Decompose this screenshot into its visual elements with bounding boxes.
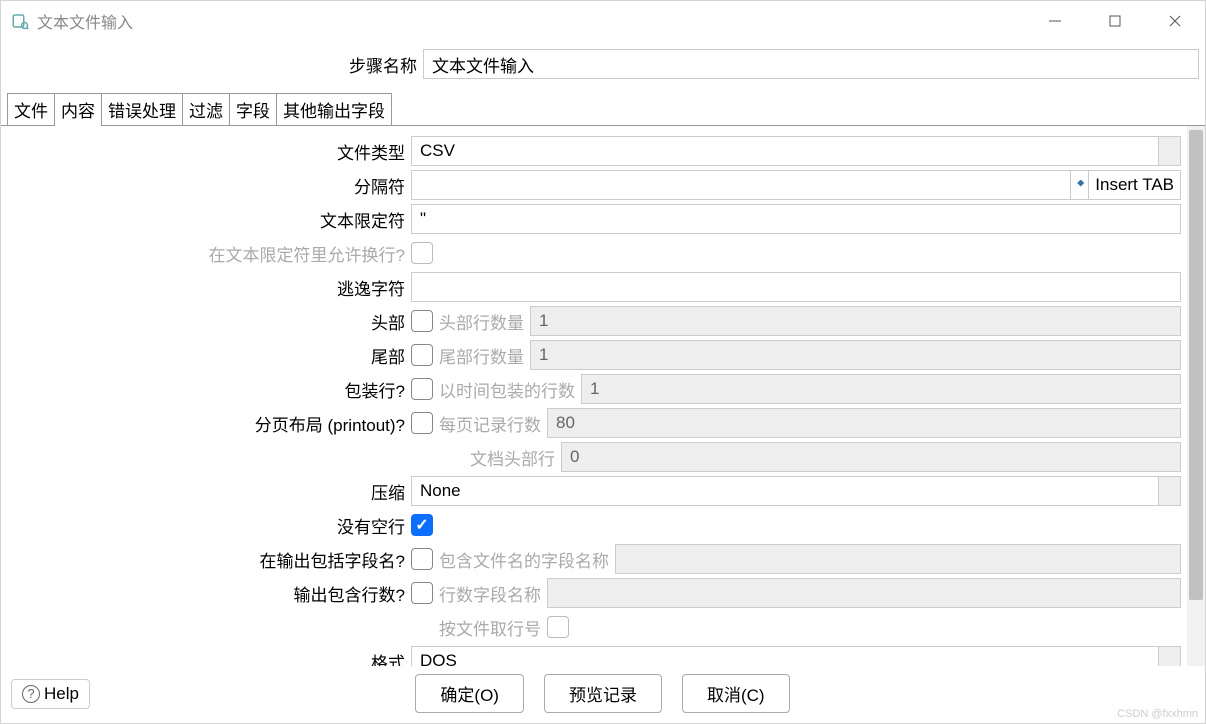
separator-input[interactable] <box>411 170 1071 200</box>
maximize-button[interactable] <box>1085 1 1145 41</box>
footer-checkbox[interactable] <box>411 344 433 366</box>
tab-error[interactable]: 错误处理 <box>101 93 183 126</box>
paged-sublabel: 每页记录行数 <box>433 411 547 436</box>
filetype-label: 文件类型 <box>1 139 411 164</box>
wrapped-checkbox[interactable] <box>411 378 433 400</box>
step-name-row: 步骤名称 <box>1 41 1205 93</box>
cancel-button[interactable]: 取消(C) <box>682 674 790 713</box>
wrapped-sublabel: 以时间包装的行数 <box>433 377 581 402</box>
escape-label: 逃逸字符 <box>1 275 411 300</box>
allow-nl-checkbox[interactable] <box>411 242 433 264</box>
footer: ? Help 确定(O) 预览记录 取消(C) <box>1 666 1205 723</box>
preview-button[interactable]: 预览记录 <box>544 674 662 713</box>
format-dropdown-icon[interactable] <box>1159 646 1181 666</box>
dochead-sublabel: 文档头部行 <box>433 445 561 470</box>
format-label: 格式 <box>1 649 411 667</box>
include-rownum-field-input[interactable] <box>547 578 1181 608</box>
include-rownum-sublabel: 行数字段名称 <box>433 581 547 606</box>
scrollbar-thumb[interactable] <box>1189 130 1203 600</box>
header-sublabel: 头部行数量 <box>433 309 530 334</box>
footer-lines-input[interactable] <box>530 340 1181 370</box>
enclosure-label: 文本限定符 <box>1 207 411 232</box>
compression-label: 压缩 <box>1 479 411 504</box>
include-filename-sublabel: 包含文件名的字段名称 <box>433 547 615 572</box>
noempty-label: 没有空行 <box>1 513 411 538</box>
app-icon <box>11 12 29 30</box>
scrollbar[interactable] <box>1187 126 1205 666</box>
watermark: CSDN @fxxhmn <box>1117 708 1198 720</box>
minimize-button[interactable] <box>1025 1 1085 41</box>
tab-filter[interactable]: 过滤 <box>182 93 230 126</box>
step-name-input[interactable] <box>423 49 1199 79</box>
help-button[interactable]: ? Help <box>11 679 90 709</box>
step-name-label: 步骤名称 <box>1 52 423 77</box>
tab-fields[interactable]: 字段 <box>229 93 277 126</box>
tab-panel-content: 文件类型 分隔符 Insert TAB 文本限定符 在文本限定符里允许换行? 逃… <box>1 125 1205 666</box>
include-filename-checkbox[interactable] <box>411 548 433 570</box>
paged-lines-input[interactable] <box>547 408 1181 438</box>
paged-checkbox[interactable] <box>411 412 433 434</box>
compression-dropdown-icon[interactable] <box>1159 476 1181 506</box>
titlebar: 文本文件输入 <box>1 1 1205 41</box>
allow-nl-label: 在文本限定符里允许换行? <box>1 241 411 266</box>
footer-label: 尾部 <box>1 343 411 368</box>
tabs: 文件 内容 错误处理 过滤 字段 其他输出字段 <box>1 93 1205 126</box>
format-input[interactable] <box>411 646 1159 666</box>
include-rownum-checkbox[interactable] <box>411 582 433 604</box>
header-label: 头部 <box>1 309 411 334</box>
filetype-input[interactable] <box>411 136 1159 166</box>
include-rownum-label: 输出包含行数? <box>1 581 411 606</box>
rownum-byfile-checkbox[interactable] <box>547 616 569 638</box>
wrapped-lines-input[interactable] <box>581 374 1181 404</box>
tab-file[interactable]: 文件 <box>7 93 55 126</box>
close-button[interactable] <box>1145 1 1205 41</box>
enclosure-input[interactable] <box>411 204 1181 234</box>
dochead-lines-input[interactable] <box>561 442 1181 472</box>
header-lines-input[interactable] <box>530 306 1181 336</box>
rownum-byfile-sublabel: 按文件取行号 <box>433 615 547 640</box>
include-filename-field-input[interactable] <box>615 544 1181 574</box>
ok-button[interactable]: 确定(O) <box>415 674 524 713</box>
escape-input[interactable] <box>411 272 1181 302</box>
filetype-dropdown-icon[interactable] <box>1159 136 1181 166</box>
compression-input[interactable] <box>411 476 1159 506</box>
include-filename-label: 在输出包括字段名? <box>1 547 411 572</box>
footer-sublabel: 尾部行数量 <box>433 343 530 368</box>
tab-otherfields[interactable]: 其他输出字段 <box>276 93 392 126</box>
insert-tab-button[interactable]: Insert TAB <box>1089 170 1181 200</box>
wrapped-label: 包装行? <box>1 377 411 402</box>
separator-var-icon[interactable] <box>1071 170 1089 200</box>
help-label: Help <box>44 684 79 704</box>
paged-label: 分页布局 (printout)? <box>1 411 411 436</box>
tab-content[interactable]: 内容 <box>54 93 102 126</box>
window-title: 文本文件输入 <box>37 9 1025 33</box>
header-checkbox[interactable] <box>411 310 433 332</box>
help-icon: ? <box>22 685 40 703</box>
separator-label: 分隔符 <box>1 173 411 198</box>
noempty-checkbox[interactable] <box>411 514 433 536</box>
